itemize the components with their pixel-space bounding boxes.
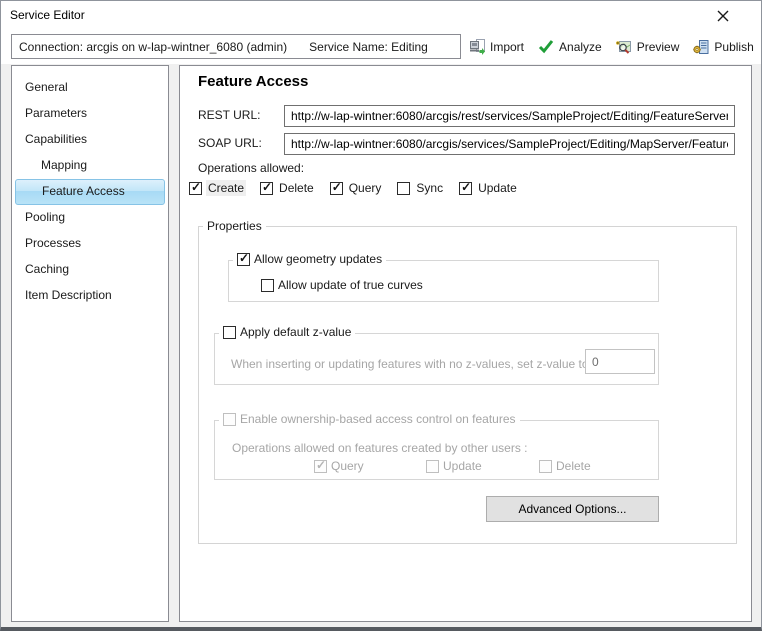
header-area: Service Editor Connection: arcgis on w-l… bbox=[1, 1, 761, 64]
checkbox-allow-geometry-updates[interactable]: ✓ Allow geometry updates bbox=[237, 252, 382, 266]
publish-button[interactable]: Publish bbox=[686, 34, 760, 59]
allow-geometry-updates-label: Allow geometry updates bbox=[254, 252, 382, 266]
analyze-button[interactable]: Analyze bbox=[531, 34, 609, 59]
properties-legend: Properties bbox=[203, 219, 266, 233]
service-name-text: Service Name: Editing bbox=[309, 40, 428, 54]
checkbox-sync[interactable]: Sync bbox=[397, 180, 445, 196]
settings-nav-panel: General Parameters Capabilities Mapping … bbox=[11, 65, 169, 622]
query-checkbox-box[interactable]: ✓ bbox=[330, 182, 343, 195]
checkbox-enable-ownership-access: Enable ownership-based access control on… bbox=[223, 412, 516, 426]
update-checkbox-box[interactable]: ✓ bbox=[459, 182, 472, 195]
close-button[interactable] bbox=[711, 4, 735, 28]
ownership-query-checkbox-box: ✓ bbox=[314, 460, 327, 473]
enable-ownership-label: Enable ownership-based access control on… bbox=[240, 412, 516, 426]
allow-geometry-updates-checkbox-box[interactable]: ✓ bbox=[237, 253, 250, 266]
checkbox-apply-default-zvalue[interactable]: Apply default z-value bbox=[223, 325, 351, 339]
sidebar-item-parameters[interactable]: Parameters bbox=[12, 101, 168, 127]
ownership-description: Operations allowed on features created b… bbox=[232, 441, 528, 455]
service-editor-window: Service Editor Connection: arcgis on w-l… bbox=[0, 0, 762, 631]
feature-access-panel: Feature Access REST URL: SOAP URL: Opera… bbox=[179, 65, 752, 622]
checkbox-ownership-query: ✓ Query bbox=[314, 459, 364, 473]
sidebar-item-mapping[interactable]: Mapping bbox=[12, 153, 168, 179]
close-icon bbox=[716, 9, 730, 23]
analyze-check-icon bbox=[538, 39, 554, 54]
geometry-updates-group: ✓ Allow geometry updates Allow update of… bbox=[228, 260, 659, 302]
analyze-label: Analyze bbox=[559, 40, 602, 54]
connection-info-box: Connection: arcgis on w-lap-wintner_6080… bbox=[11, 34, 461, 59]
advanced-options-button[interactable]: Advanced Options... bbox=[486, 496, 659, 522]
rest-url-label: REST URL: bbox=[198, 108, 260, 122]
checkbox-create[interactable]: ✓ Create bbox=[189, 180, 246, 196]
create-checkbox-box[interactable]: ✓ bbox=[189, 182, 202, 195]
ownership-access-legend: Enable ownership-based access control on… bbox=[219, 412, 520, 426]
enable-ownership-checkbox-box bbox=[223, 413, 236, 426]
checkbox-allow-true-curves[interactable]: Allow update of true curves bbox=[261, 278, 423, 292]
ownership-update-label: Update bbox=[443, 459, 482, 473]
window-title: Service Editor bbox=[10, 8, 85, 22]
soap-url-label: SOAP URL: bbox=[198, 136, 262, 150]
properties-group: Properties ✓ Allow geometry updates Allo… bbox=[198, 226, 737, 544]
sidebar-item-capabilities[interactable]: Capabilities bbox=[12, 127, 168, 153]
checkbox-ownership-update: Update bbox=[426, 459, 482, 473]
geometry-updates-legend: ✓ Allow geometry updates bbox=[233, 252, 386, 266]
publish-icon bbox=[693, 39, 709, 55]
sidebar-item-general[interactable]: General bbox=[12, 75, 168, 101]
import-icon bbox=[469, 39, 485, 55]
apply-default-zvalue-checkbox-box[interactable] bbox=[223, 326, 236, 339]
allow-true-curves-checkbox-box[interactable] bbox=[261, 279, 274, 292]
soap-url-input[interactable] bbox=[284, 133, 735, 155]
sidebar-item-caching[interactable]: Caching bbox=[12, 257, 168, 283]
sync-checkbox-box[interactable] bbox=[397, 182, 410, 195]
ownership-delete-label: Delete bbox=[556, 459, 591, 473]
ownership-query-label: Query bbox=[331, 459, 364, 473]
checkbox-update[interactable]: ✓ Update bbox=[459, 180, 519, 196]
sidebar-item-item-description[interactable]: Item Description bbox=[12, 283, 168, 309]
default-zvalue-group: Apply default z-value When inserting or … bbox=[214, 333, 659, 385]
publish-label: Publish bbox=[714, 40, 753, 54]
zvalue-input[interactable] bbox=[585, 349, 655, 374]
page-title: Feature Access bbox=[198, 73, 308, 90]
ownership-delete-checkbox-box bbox=[539, 460, 552, 473]
operations-checkbox-row: ✓ Create ✓ Delete ✓ Query Sync ✓ Update bbox=[189, 180, 519, 196]
ownership-update-checkbox-box bbox=[426, 460, 439, 473]
toolbar: Import Analyze bbox=[462, 34, 762, 59]
preview-button[interactable]: Preview bbox=[609, 34, 687, 59]
zvalue-description: When inserting or updating features with… bbox=[231, 357, 592, 371]
advanced-options-label: Advanced Options... bbox=[518, 502, 626, 516]
checkbox-ownership-delete: Delete bbox=[539, 459, 591, 473]
create-label: Create bbox=[206, 180, 246, 196]
update-label: Update bbox=[476, 180, 519, 196]
sidebar-item-feature-access[interactable]: Feature Access bbox=[15, 179, 165, 205]
checkbox-query[interactable]: ✓ Query bbox=[330, 180, 384, 196]
allow-true-curves-label: Allow update of true curves bbox=[278, 278, 423, 292]
sync-label: Sync bbox=[414, 180, 445, 196]
query-label: Query bbox=[347, 180, 384, 196]
preview-label: Preview bbox=[637, 40, 680, 54]
import-label: Import bbox=[490, 40, 524, 54]
connection-text: Connection: arcgis on w-lap-wintner_6080… bbox=[19, 40, 287, 54]
ownership-access-group: Enable ownership-based access control on… bbox=[214, 420, 659, 480]
rest-url-input[interactable] bbox=[284, 105, 735, 127]
default-zvalue-legend: Apply default z-value bbox=[219, 325, 355, 339]
delete-checkbox-box[interactable]: ✓ bbox=[260, 182, 273, 195]
delete-label: Delete bbox=[277, 180, 316, 196]
sidebar-item-processes[interactable]: Processes bbox=[12, 231, 168, 257]
checkbox-delete[interactable]: ✓ Delete bbox=[260, 180, 316, 196]
apply-default-zvalue-label: Apply default z-value bbox=[240, 325, 351, 339]
sidebar-item-pooling[interactable]: Pooling bbox=[12, 205, 168, 231]
import-button[interactable]: Import bbox=[462, 34, 531, 59]
operations-allowed-label: Operations allowed: bbox=[198, 161, 304, 175]
preview-map-magnifier-icon bbox=[616, 39, 632, 55]
